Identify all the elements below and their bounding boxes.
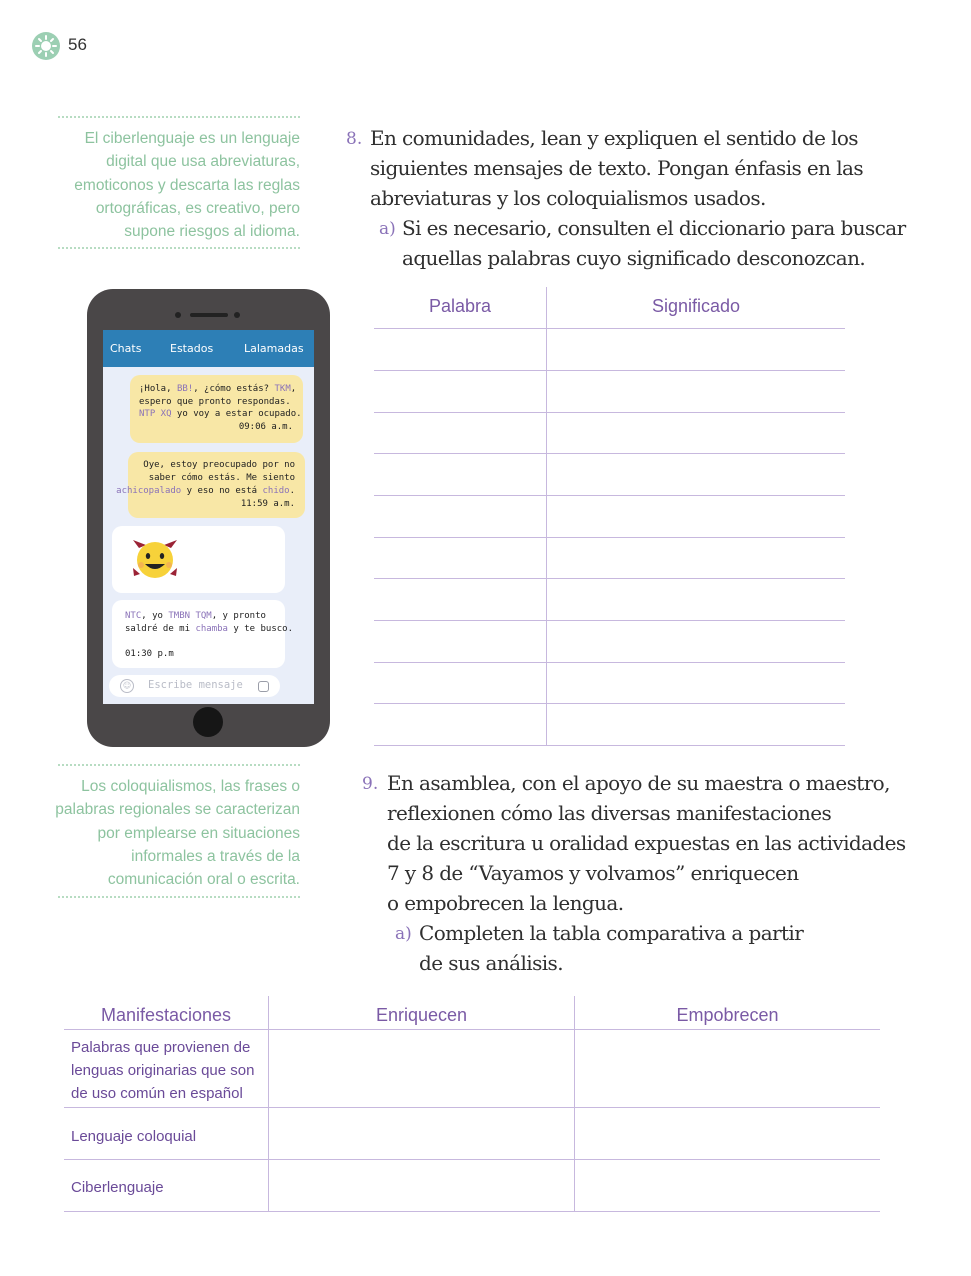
message-time: 09:06 a.m. (238, 422, 293, 432)
comparison-table: Manifestaciones Enriquecen Empobrecen Pa… (64, 996, 880, 1212)
column-header-significado: Significado (651, 296, 741, 316)
camera-icon[interactable] (258, 681, 269, 692)
activity-9a-letter: a) (395, 924, 412, 944)
phone-camera (175, 312, 181, 318)
phone-speaker (190, 313, 228, 317)
column-header-enriquecen: Enriquecen (375, 1005, 468, 1025)
note-coloquialismos: Los coloquialismos, las frases o palabra… (55, 778, 300, 889)
message-time: 01:30 p.m (125, 649, 174, 659)
phone-home-button (193, 707, 223, 737)
tab-estados[interactable]: Estados (170, 342, 213, 355)
row-line (374, 662, 845, 663)
smiley-icon[interactable]: ☺ (120, 679, 134, 693)
row-label-palabras-originarias: Palabras que provienen de lenguas origin… (71, 1039, 255, 1102)
row-line (374, 703, 845, 704)
tab-chats[interactable]: Chats (110, 342, 141, 355)
activity-8a-instructions: Si es necesario, consulten el diccionari… (402, 216, 906, 270)
note-divider-top (58, 116, 300, 118)
emoji-message-bubble (112, 526, 285, 593)
row-label-ciberlenguaje: Ciberlenguaje (71, 1179, 164, 1196)
message-bubble-2: Oye, estoy preocupado por no saber cómo … (116, 452, 305, 518)
activity-8-number: 8. (346, 129, 363, 149)
row-line (374, 453, 845, 454)
note-divider-bottom (58, 896, 300, 898)
phone-screen: Chats Estados Lalamadas ¡Hola, BB!, ¿cóm… (103, 330, 314, 704)
row-label-lenguaje-coloquial: Lenguaje coloquial (71, 1128, 197, 1145)
page-badge-icon (32, 32, 60, 60)
row-line (374, 620, 845, 621)
activity-9-instructions: En asamblea, con el apoyo de su maestra … (387, 771, 906, 915)
row-line (64, 1159, 880, 1160)
column-header-palabra: Palabra (428, 296, 492, 316)
row-line (64, 1211, 880, 1212)
message-input[interactable]: ☺ Escribe mensaje (109, 675, 280, 697)
row-line (374, 412, 845, 413)
page-number: 56 (68, 35, 87, 54)
phone-sensor (234, 312, 240, 318)
message-bubble-1: ¡Hola, BB!, ¿cómo estás? TKM, espero que… (130, 375, 303, 443)
column-header-manifestaciones: Manifestaciones (100, 1005, 232, 1025)
note-ciberlenguaje: El ciberlenguaje es un lenguaje digital … (74, 130, 300, 241)
row-line (374, 328, 845, 329)
activity-9a-instructions: Completen la tabla comparativa a partir … (419, 921, 804, 975)
row-line (64, 1107, 880, 1108)
column-header-empobrecen: Empobrecen (676, 1005, 779, 1025)
activity-8-instructions: En comunidades, lean y expliquen el sent… (370, 126, 864, 210)
message-placeholder: Escribe mensaje (148, 679, 243, 691)
devil-emoji-icon (133, 540, 177, 578)
row-line (374, 578, 845, 579)
activity-8a-letter: a) (379, 219, 396, 239)
chat-tabs: Chats Estados Lalamadas (103, 330, 314, 367)
row-line (374, 495, 845, 496)
vocabulary-table: Palabra Significado (374, 287, 845, 746)
row-line (374, 537, 845, 538)
row-line (64, 1029, 880, 1030)
column-divider (546, 287, 547, 746)
row-line (374, 370, 845, 371)
activity-9-number: 9. (362, 774, 379, 794)
message-bubble-3: NTC, yo TMBN TQM, y pronto saldré de mi … (112, 600, 293, 668)
note-divider-bottom (58, 247, 300, 249)
tab-llamadas[interactable]: Lalamadas (244, 342, 304, 355)
note-divider-top (58, 764, 300, 766)
message-time: 11:59 a.m. (240, 499, 295, 509)
row-line (374, 745, 845, 746)
